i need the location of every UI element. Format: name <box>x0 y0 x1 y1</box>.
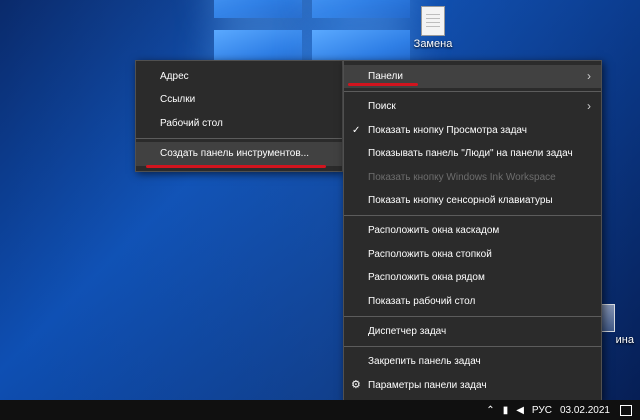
date-display[interactable]: 03.02.2021 <box>560 405 610 416</box>
menu-item-show-touch-keyboard[interactable]: Показать кнопку сенсорной клавиатуры <box>344 189 601 212</box>
gear-icon: ⚙ <box>351 378 361 391</box>
submenu-item-desktop[interactable]: Рабочий стол <box>136 112 342 135</box>
menu-item-taskbar-settings[interactable]: ⚙ Параметры панели задач <box>344 374 601 397</box>
tray-chevron-up-icon[interactable]: ⌃ <box>486 405 494 416</box>
menu-separator <box>344 346 601 348</box>
chevron-right-icon: › <box>587 69 591 83</box>
menu-item-label: Параметры панели задач <box>368 379 487 391</box>
menu-item-search[interactable]: Поиск › <box>344 95 601 118</box>
menu-item-label: Расположить окна рядом <box>368 272 485 284</box>
submenu-item-create-toolbar[interactable]: Создать панель инструментов... <box>136 142 342 166</box>
menu-item-stack-windows[interactable]: Расположить окна стопкой <box>344 243 601 266</box>
menu-item-show-desktop[interactable]: Показать рабочий стол <box>344 290 601 313</box>
menu-item-label: Показать кнопку сенсорной клавиатуры <box>368 194 553 206</box>
notifications-icon[interactable] <box>620 404 632 416</box>
menu-item-cascade-windows[interactable]: Расположить окна каскадом <box>344 219 601 242</box>
menu-item-lock-taskbar[interactable]: Закрепить панель задач <box>344 350 601 373</box>
language-indicator[interactable]: РУС <box>532 405 552 416</box>
menu-item-task-manager[interactable]: Диспетчер задач <box>344 320 601 343</box>
annotation-underline <box>348 83 418 86</box>
menu-separator <box>344 91 601 93</box>
menu-item-label: Показать рабочий стол <box>368 295 476 307</box>
menu-separator <box>344 315 601 317</box>
submenu-item-label: Рабочий стол <box>160 117 223 129</box>
document-file-icon <box>421 6 445 36</box>
menu-item-label: Поиск <box>368 101 396 113</box>
annotation-underline <box>146 165 326 168</box>
menu-item-show-ink-workspace: Показать кнопку Windows Ink Workspace <box>344 166 601 189</box>
volume-icon[interactable]: ◀ <box>516 405 524 416</box>
submenu-item-label: Адрес <box>160 71 189 82</box>
submenu-item-label: Создать панель инструментов... <box>160 148 309 160</box>
menu-item-label: Расположить окна каскадом <box>368 225 500 237</box>
menu-item-label: Показать кнопку Windows Ink Workspace <box>368 171 556 183</box>
menu-item-label: Панели <box>368 71 403 82</box>
menu-item-label: Показывать панель "Люди" на панели задач <box>368 148 573 160</box>
menu-separator <box>344 215 601 217</box>
windows-logo-pane <box>214 0 302 18</box>
desktop-icon-label: Замена мужчины <box>410 38 456 52</box>
windows-logo-pane <box>312 0 410 18</box>
menu-item-label: Расположить окна стопкой <box>368 248 492 260</box>
checkmark-icon: ✓ <box>352 124 361 136</box>
network-icon[interactable]: ▮ <box>503 405 509 416</box>
menu-item-label: Показать кнопку Просмотра задач <box>368 124 527 136</box>
menu-item-show-people[interactable]: Показывать панель "Люди" на панели задач <box>344 142 601 165</box>
toolbars-submenu: Адрес Ссылки Рабочий стол Создать панель… <box>135 60 343 172</box>
desktop-icon-document[interactable]: Замена мужчины <box>398 6 468 52</box>
menu-separator <box>136 138 342 140</box>
taskbar[interactable]: ⌃ ▮ ◀ РУС 03.02.2021 <box>0 400 640 420</box>
taskbar-context-menu: Панели › Поиск › ✓ Показать кнопку Просм… <box>343 60 602 402</box>
submenu-item-links[interactable]: Ссылки <box>136 88 342 111</box>
submenu-item-label: Ссылки <box>160 94 196 106</box>
chevron-right-icon: › <box>587 99 591 114</box>
menu-item-show-task-view[interactable]: ✓ Показать кнопку Просмотра задач <box>344 119 601 142</box>
system-tray: ⌃ ▮ ◀ РУС 03.02.2021 <box>486 400 640 420</box>
menu-item-side-by-side-windows[interactable]: Расположить окна рядом <box>344 266 601 289</box>
menu-item-label: Диспетчер задач <box>368 325 447 337</box>
submenu-item-address[interactable]: Адрес <box>136 65 342 88</box>
menu-item-label: Закрепить панель задач <box>368 356 481 368</box>
